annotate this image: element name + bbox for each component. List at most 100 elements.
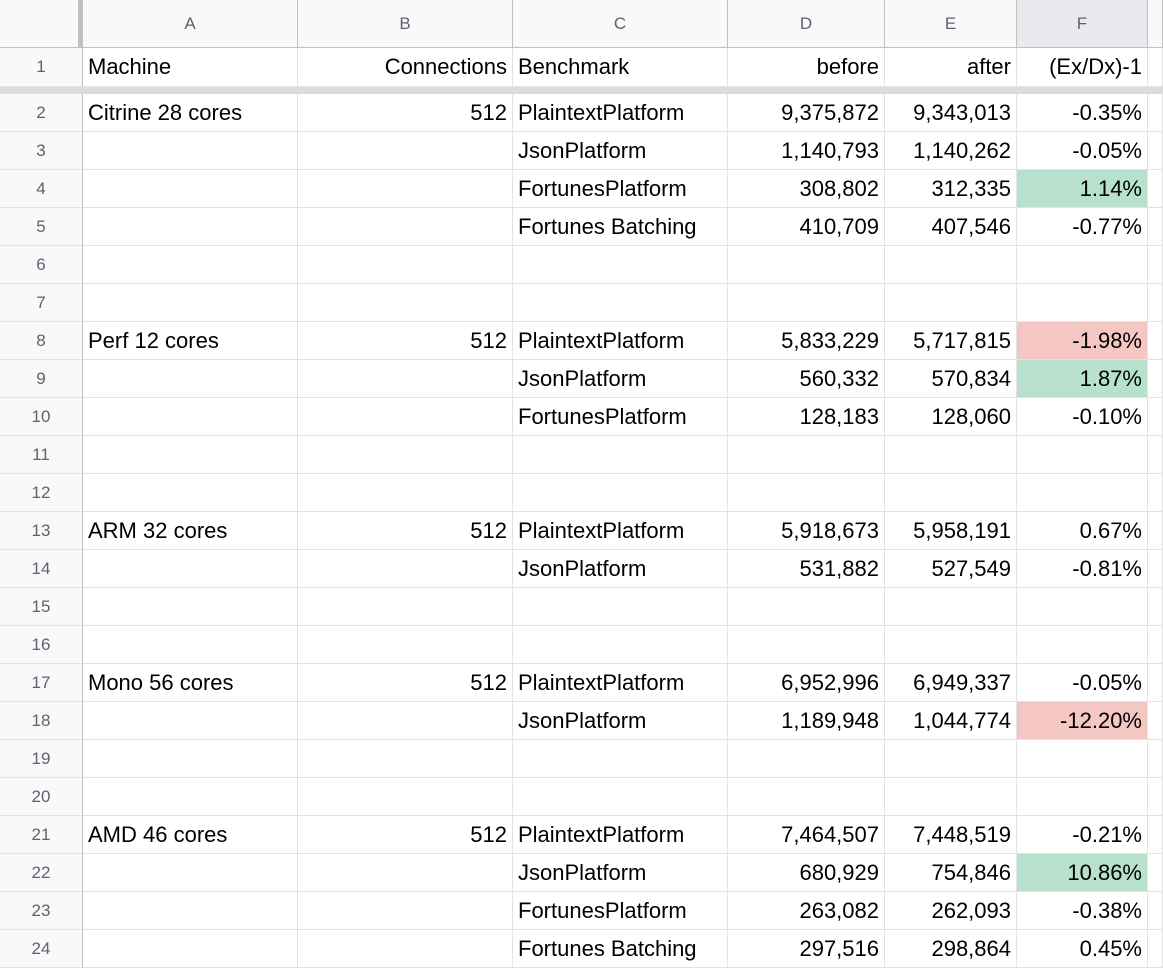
row-header-21[interactable]: 21 bbox=[0, 816, 83, 854]
spreadsheet-grid[interactable]: A B C D E F 1 Machine Connections Benchmark before… bbox=[0, 0, 1163, 979]
cell-c21[interactable]: PlaintextPlatform bbox=[513, 816, 728, 854]
cell-c3[interactable]: JsonPlatform bbox=[513, 132, 728, 170]
cell-e5[interactable]: 407,546 bbox=[885, 208, 1017, 246]
cell-e12[interactable] bbox=[885, 474, 1017, 512]
cell-f24[interactable]: 0.45% bbox=[1017, 930, 1148, 968]
row-header-17[interactable]: 17 bbox=[0, 664, 83, 702]
cell-a10[interactable] bbox=[83, 398, 298, 436]
cell-overflow-24[interactable] bbox=[1148, 930, 1163, 968]
row-header-12[interactable]: 12 bbox=[0, 474, 83, 512]
cell-f9[interactable]: 1.87% bbox=[1017, 360, 1148, 398]
cell-b1[interactable]: Connections bbox=[298, 48, 513, 87]
cell-d8[interactable]: 5,833,229 bbox=[728, 322, 885, 360]
cell-e14[interactable]: 527,549 bbox=[885, 550, 1017, 588]
cell-f14[interactable]: -0.81% bbox=[1017, 550, 1148, 588]
cell-c23[interactable]: FortunesPlatform bbox=[513, 892, 728, 930]
cell-f1[interactable]: (Ex/Dx)-1 bbox=[1017, 48, 1148, 87]
column-header-d[interactable]: D bbox=[728, 0, 885, 48]
cell-d24[interactable]: 297,516 bbox=[728, 930, 885, 968]
cell-b19[interactable] bbox=[298, 740, 513, 778]
cell-b6[interactable] bbox=[298, 246, 513, 284]
cell-f21[interactable]: -0.21% bbox=[1017, 816, 1148, 854]
cell-f17[interactable]: -0.05% bbox=[1017, 664, 1148, 702]
cell-f18[interactable]: -12.20% bbox=[1017, 702, 1148, 740]
cell-e4[interactable]: 312,335 bbox=[885, 170, 1017, 208]
row-header-8[interactable]: 8 bbox=[0, 322, 83, 360]
cell-a1[interactable]: Machine bbox=[83, 48, 298, 87]
cell-c5[interactable]: Fortunes Batching bbox=[513, 208, 728, 246]
cell-e10[interactable]: 128,060 bbox=[885, 398, 1017, 436]
cell-a16[interactable] bbox=[83, 626, 298, 664]
cell-a3[interactable] bbox=[83, 132, 298, 170]
row-header-2[interactable]: 2 bbox=[0, 94, 83, 132]
cell-c17[interactable]: PlaintextPlatform bbox=[513, 664, 728, 702]
cell-e8[interactable]: 5,717,815 bbox=[885, 322, 1017, 360]
cell-a14[interactable] bbox=[83, 550, 298, 588]
cell-a6[interactable] bbox=[83, 246, 298, 284]
cell-b9[interactable] bbox=[298, 360, 513, 398]
cell-b2[interactable]: 512 bbox=[298, 94, 513, 132]
cell-e23[interactable]: 262,093 bbox=[885, 892, 1017, 930]
row-header-4[interactable]: 4 bbox=[0, 170, 83, 208]
frozen-column-divider[interactable] bbox=[78, 0, 83, 48]
cell-b14[interactable] bbox=[298, 550, 513, 588]
cell-a18[interactable] bbox=[83, 702, 298, 740]
cell-a5[interactable] bbox=[83, 208, 298, 246]
cell-e3[interactable]: 1,140,262 bbox=[885, 132, 1017, 170]
column-header-c[interactable]: C bbox=[513, 0, 728, 48]
cell-a8[interactable]: Perf 12 cores bbox=[83, 322, 298, 360]
cell-c8[interactable]: PlaintextPlatform bbox=[513, 322, 728, 360]
cell-c9[interactable]: JsonPlatform bbox=[513, 360, 728, 398]
cell-f3[interactable]: -0.05% bbox=[1017, 132, 1148, 170]
cell-f5[interactable]: -0.77% bbox=[1017, 208, 1148, 246]
column-header-e[interactable]: E bbox=[885, 0, 1017, 48]
cell-f23[interactable]: -0.38% bbox=[1017, 892, 1148, 930]
cell-f20[interactable] bbox=[1017, 778, 1148, 816]
cell-overflow-20[interactable] bbox=[1148, 778, 1163, 816]
cell-overflow-17[interactable] bbox=[1148, 664, 1163, 702]
cell-d3[interactable]: 1,140,793 bbox=[728, 132, 885, 170]
cell-d5[interactable]: 410,709 bbox=[728, 208, 885, 246]
cell-overflow-7[interactable] bbox=[1148, 284, 1163, 322]
cell-b15[interactable] bbox=[298, 588, 513, 626]
cell-b7[interactable] bbox=[298, 284, 513, 322]
cell-d16[interactable] bbox=[728, 626, 885, 664]
cell-b12[interactable] bbox=[298, 474, 513, 512]
cell-e19[interactable] bbox=[885, 740, 1017, 778]
row-header-16[interactable]: 16 bbox=[0, 626, 83, 664]
cell-f16[interactable] bbox=[1017, 626, 1148, 664]
cell-f8[interactable]: -1.98% bbox=[1017, 322, 1148, 360]
cell-d15[interactable] bbox=[728, 588, 885, 626]
cell-c16[interactable] bbox=[513, 626, 728, 664]
row-header-1[interactable]: 1 bbox=[0, 48, 83, 87]
cell-a4[interactable] bbox=[83, 170, 298, 208]
cell-overflow-4[interactable] bbox=[1148, 170, 1163, 208]
cell-d22[interactable]: 680,929 bbox=[728, 854, 885, 892]
cell-d9[interactable]: 560,332 bbox=[728, 360, 885, 398]
cell-d19[interactable] bbox=[728, 740, 885, 778]
cell-f2[interactable]: -0.35% bbox=[1017, 94, 1148, 132]
cell-e17[interactable]: 6,949,337 bbox=[885, 664, 1017, 702]
select-all-corner[interactable] bbox=[0, 0, 83, 48]
cell-c7[interactable] bbox=[513, 284, 728, 322]
cell-d10[interactable]: 128,183 bbox=[728, 398, 885, 436]
cell-b3[interactable] bbox=[298, 132, 513, 170]
cell-c2[interactable]: PlaintextPlatform bbox=[513, 94, 728, 132]
cell-f12[interactable] bbox=[1017, 474, 1148, 512]
cell-a24[interactable] bbox=[83, 930, 298, 968]
cell-e24[interactable]: 298,864 bbox=[885, 930, 1017, 968]
cell-b13[interactable]: 512 bbox=[298, 512, 513, 550]
cell-a12[interactable] bbox=[83, 474, 298, 512]
row-header-22[interactable]: 22 bbox=[0, 854, 83, 892]
column-header-f[interactable]: F bbox=[1017, 0, 1148, 48]
row-header-15[interactable]: 15 bbox=[0, 588, 83, 626]
cell-c20[interactable] bbox=[513, 778, 728, 816]
cell-b16[interactable] bbox=[298, 626, 513, 664]
row-header-24[interactable]: 24 bbox=[0, 930, 83, 968]
cell-overflow-2[interactable] bbox=[1148, 94, 1163, 132]
cell-e18[interactable]: 1,044,774 bbox=[885, 702, 1017, 740]
cell-a15[interactable] bbox=[83, 588, 298, 626]
cell-d7[interactable] bbox=[728, 284, 885, 322]
cell-b24[interactable] bbox=[298, 930, 513, 968]
row-header-3[interactable]: 3 bbox=[0, 132, 83, 170]
